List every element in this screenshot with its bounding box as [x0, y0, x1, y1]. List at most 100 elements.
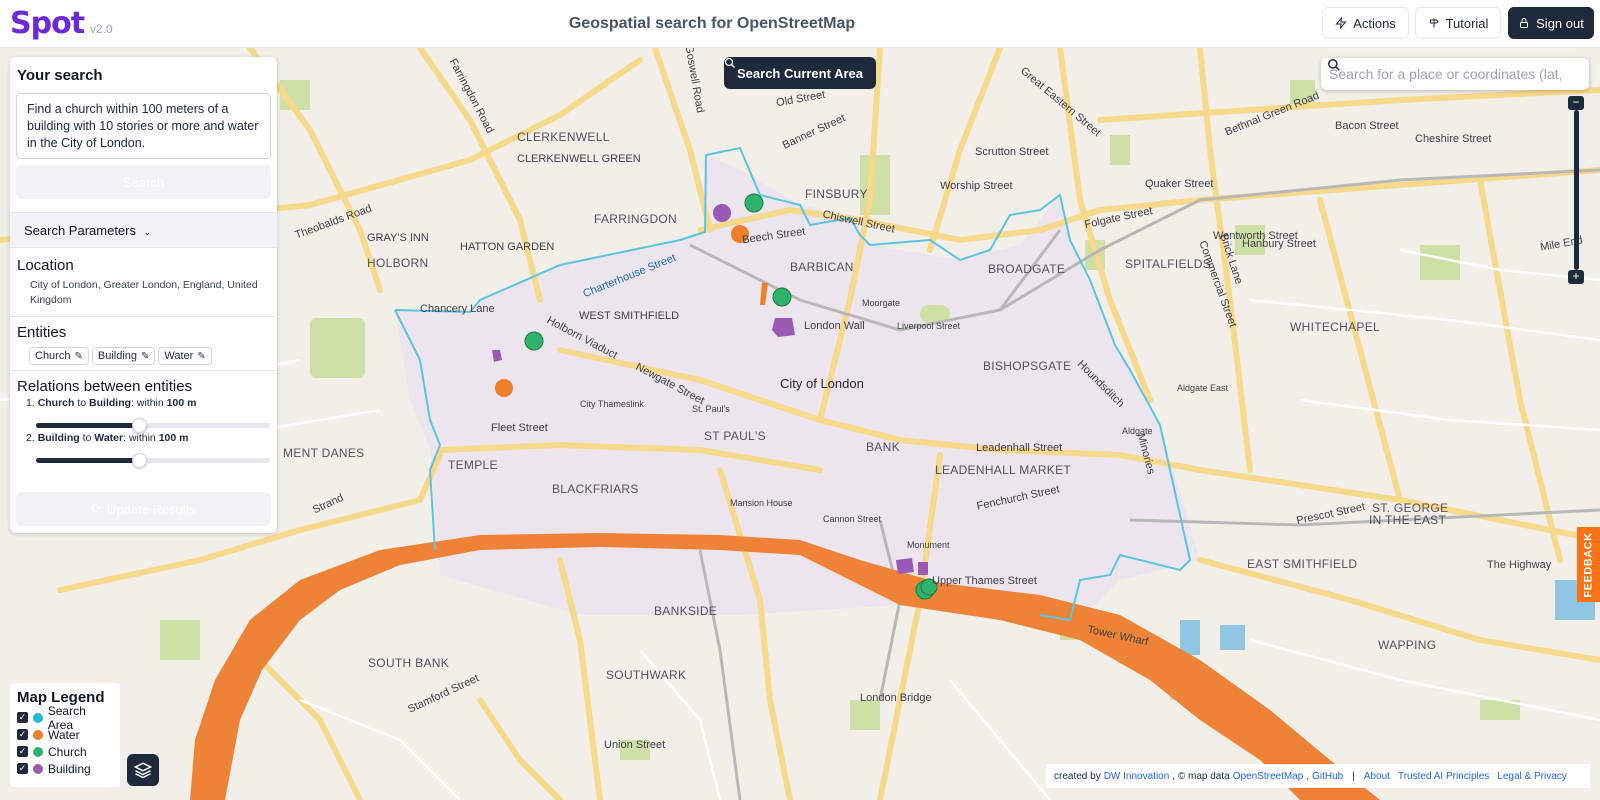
search-current-area-label: Search Current Area: [737, 65, 863, 81]
map-label: BANKSIDE: [654, 604, 718, 618]
map-label: GRAY'S INN: [367, 232, 429, 244]
attribution-bar: created by DW Innovation, © map data Ope…: [1046, 764, 1590, 788]
actions-button[interactable]: Actions: [1322, 7, 1409, 39]
map-label: City Thameslink: [580, 399, 644, 409]
entity-chip-water[interactable]: Water ✎: [158, 347, 212, 365]
refresh-icon: ⟳: [91, 501, 102, 516]
map-label: WAPPING: [1378, 638, 1437, 652]
legal-privacy-link[interactable]: Legal & Privacy: [1497, 771, 1566, 782]
layers-button[interactable]: [127, 754, 159, 786]
relation-distance: 100 m: [158, 432, 189, 444]
dw-innovation-link[interactable]: DW Innovation: [1104, 771, 1170, 782]
legend-item-search-area[interactable]: ✓ Search Area: [17, 704, 113, 732]
map-label: HATTON GARDEN: [460, 241, 555, 253]
map-label: Upper Thames Street: [932, 575, 1037, 587]
trusted-ai-link[interactable]: Trusted AI Principles: [1398, 771, 1489, 782]
pencil-icon[interactable]: ✎: [141, 351, 149, 362]
attribution-text: , © map data: [1172, 770, 1230, 782]
sign-out-button[interactable]: Sign out: [1508, 7, 1594, 39]
zoom-out-button[interactable]: −: [1568, 96, 1584, 110]
map-label: CLERKENWELL: [517, 130, 610, 144]
entity-chip-building[interactable]: Building ✎: [91, 347, 156, 365]
slider-thumb[interactable]: [131, 418, 147, 433]
relation-to: to: [77, 397, 87, 409]
checkbox[interactable]: ✓: [17, 746, 28, 757]
map-label: MENT DANES: [283, 446, 365, 460]
map-label: Leadenhall Street: [976, 442, 1063, 454]
github-link[interactable]: GitHub: [1312, 771, 1343, 782]
slider-fill: [36, 423, 139, 428]
search-current-area-button[interactable]: Search Current Area: [724, 57, 876, 89]
map-label: WHITECHAPEL: [1290, 320, 1380, 334]
about-link[interactable]: About: [1364, 771, 1390, 782]
legend-label: Building: [48, 761, 91, 776]
place-search-box[interactable]: [1321, 58, 1589, 90]
feedback-tab[interactable]: FEEDBACK: [1577, 527, 1600, 602]
relation-1-slider[interactable]: [36, 418, 270, 433]
divider: [10, 370, 277, 371]
slider-thumb[interactable]: [131, 453, 147, 468]
checkbox[interactable]: ✓: [17, 712, 28, 723]
map-label: SPITALFIELDS: [1125, 257, 1212, 271]
map-label: London Wall: [804, 320, 865, 332]
search-icon: [724, 57, 735, 68]
search-parameters-label: Search Parameters: [24, 223, 136, 238]
chevron-down-icon: ⌄: [143, 227, 152, 237]
location-value: City of London, Greater London, England,…: [30, 279, 258, 306]
checkbox[interactable]: ✓: [17, 729, 28, 740]
map-label: BARBICAN: [790, 260, 854, 274]
legend-label: Church: [48, 744, 87, 759]
church-marker: [744, 193, 764, 213]
map-label: WEST SMITHFIELD: [579, 310, 680, 322]
entity-chip-church[interactable]: Church ✎: [29, 347, 89, 365]
actions-label: Actions: [1353, 15, 1396, 31]
map-label: EAST SMITHFIELD: [1247, 557, 1358, 571]
tutorial-label: Tutorial: [1445, 15, 1489, 31]
relation-to: to: [82, 432, 92, 444]
map-label: Quaker Street: [1145, 178, 1214, 190]
map-label: Moorgate: [862, 298, 901, 308]
map-label: Scrutton Street: [975, 146, 1049, 158]
relation-from: Church: [37, 397, 75, 409]
relation-from: Building: [37, 432, 80, 444]
relation-2-slider[interactable]: [36, 453, 270, 468]
pencil-icon[interactable]: ✎: [74, 351, 82, 362]
building-marker: [918, 562, 928, 575]
map-label: SOUTHWARK: [606, 668, 687, 682]
tutorial-button[interactable]: Tutorial: [1415, 7, 1501, 39]
app-header: Spot v2.0 Geospatial search for OpenStre…: [0, 0, 1600, 48]
openstreetmap-link[interactable]: OpenStreetMap: [1233, 771, 1304, 782]
map-label: Hanbury Street: [1242, 238, 1316, 250]
slider-fill: [36, 458, 139, 463]
query-textarea[interactable]: Find a church within 100 meters of a bui…: [16, 93, 271, 159]
water-marker: [495, 379, 513, 397]
divider: [10, 316, 277, 317]
map-label: BANK: [866, 440, 900, 454]
search-button[interactable]: Search: [16, 165, 271, 199]
search-icon[interactable]: [1327, 58, 1341, 72]
map-label: Chancery Lane: [420, 303, 495, 315]
entity-label: Church: [35, 350, 71, 362]
map-label: London Bridge: [860, 692, 932, 704]
legend-item-church[interactable]: ✓ Church: [17, 743, 113, 760]
pencil-icon[interactable]: ✎: [197, 351, 205, 362]
map-label: Aldgate East: [1177, 383, 1229, 393]
map-label: City of London: [780, 376, 864, 391]
map-label: Bacon Street: [1335, 120, 1399, 132]
map-label: TEMPLE: [448, 458, 498, 472]
zoom-slider[interactable]: − +: [1568, 96, 1584, 286]
search-parameters-toggle[interactable]: Search Parameters ⌄: [10, 212, 277, 248]
legend-item-building[interactable]: ✓ Building: [17, 760, 113, 777]
attribution-text: ,: [1306, 770, 1310, 782]
map-label: The Highway: [1487, 559, 1552, 571]
place-search-input[interactable]: [1329, 66, 1561, 82]
signpost-icon: [1429, 18, 1439, 28]
update-results-button[interactable]: ⟳ Update Results: [16, 492, 271, 526]
relation-within: : within: [123, 432, 156, 444]
search-button-label: Search: [122, 174, 165, 190]
zoom-in-button[interactable]: +: [1568, 270, 1584, 284]
zoom-track[interactable]: [1574, 110, 1579, 270]
map-label: BLACKFRIARS: [552, 482, 639, 496]
checkbox[interactable]: ✓: [17, 763, 28, 774]
attribution-text: created by: [1054, 770, 1101, 782]
